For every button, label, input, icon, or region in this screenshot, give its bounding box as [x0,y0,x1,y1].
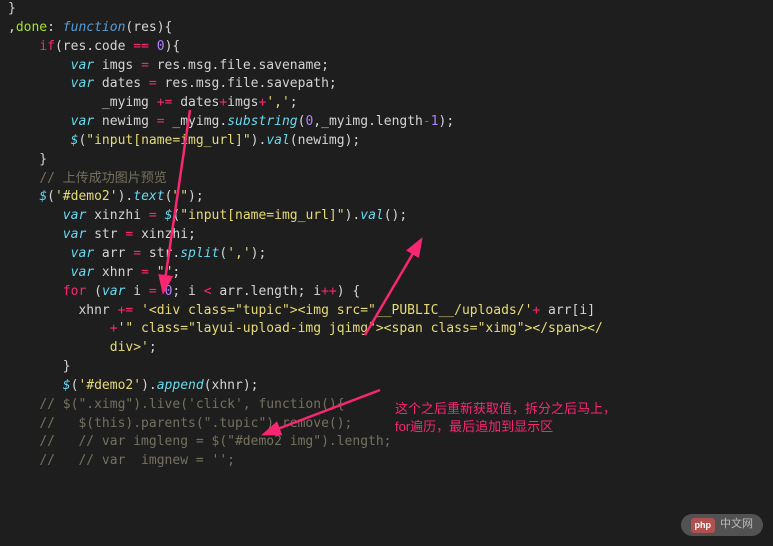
code-line: var xinzhi = $("input[name=img_url]").va… [8,208,407,223]
watermark-text: 中文网 [720,517,753,533]
annotation-text: 这个之后重新获取值，拆分之后马上， for遍历，最后追加到显示区 [395,400,616,436]
code-line: } [8,359,71,374]
code-line: if(res.code == 0){ [8,39,180,54]
code-line: var newimg = _myimg.substring(0,_myimg.l… [8,114,454,129]
code-line: for (var i = 0; i < arr.length; i++) { [8,284,360,299]
code-line: // // var imgnew = ''; [8,453,235,468]
code-line: var imgs = res.msg.file.savename; [8,58,329,73]
code-line: } [8,1,16,16]
code-line: _myimg += dates+imgs+','; [8,95,298,110]
code-line: $('#demo2').text(""); [8,189,204,204]
code-line: // // var imgleng = $("#demo2 img").leng… [8,434,392,449]
code-editor[interactable]: } ,done: function(res){ if(res.code == 0… [0,0,773,471]
code-line: // 上传成功图片预览 [8,171,167,186]
code-line: $("input[name=img_url]").val(newimg); [8,133,360,148]
code-line: div>'; [8,340,157,355]
code-line: var arr = str.split(','); [8,246,266,261]
code-line: var xhnr = ""; [8,265,180,280]
code-line: var str = xinzhi; [8,227,196,242]
code-line: $('#demo2').append(xhnr); [8,378,259,393]
code-line: xhnr += '<div class="tupic"><img src="__… [8,303,595,318]
code-line: // $(".ximg").live('click', function(){ [8,397,345,412]
code-line: } [8,152,47,167]
code-line: // $(this).parents(".tupic").remove(); [8,416,352,431]
watermark: php 中文网 [681,514,764,536]
code-line: +'" class="layui-upload-img jqimg"><span… [8,321,603,336]
code-line: ,done: function(res){ [8,20,172,35]
watermark-badge: php [691,518,716,533]
code-line: var dates = res.msg.file.savepath; [8,76,337,91]
